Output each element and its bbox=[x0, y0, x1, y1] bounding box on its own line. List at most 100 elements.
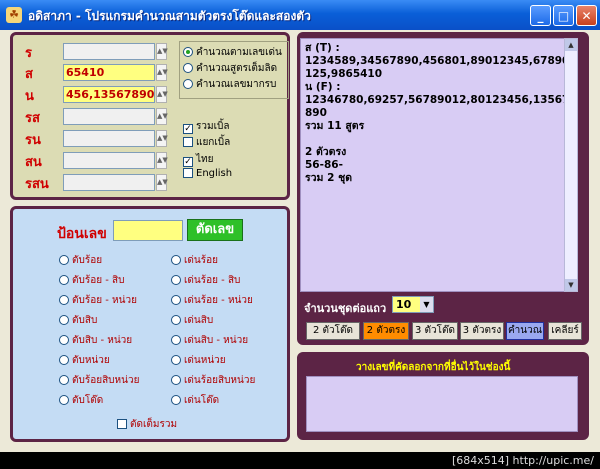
lang-option-0[interactable]: ✓ ไทย bbox=[183, 152, 213, 167]
cut-panel: ป้อนเลข ตัดเลข ตับร้อยตับร้อย - สิบตับร้… bbox=[10, 206, 290, 442]
input-field-6[interactable] bbox=[63, 174, 155, 191]
cut-left-option-3[interactable]: ตับสิบ bbox=[59, 313, 97, 328]
checkbox-icon: ✓ bbox=[183, 157, 193, 167]
cut-right-option-0[interactable]: เด่นร้อย bbox=[171, 253, 218, 268]
radio-icon bbox=[183, 79, 193, 89]
radio-icon bbox=[171, 395, 181, 405]
calc-mode-option-2[interactable]: คำนวณเลขมากรบ bbox=[183, 77, 276, 92]
input-label-1: ส bbox=[25, 67, 33, 82]
full-cut-checkbox[interactable]: ตัดเต็มรวม bbox=[117, 417, 177, 432]
cut-button[interactable]: ตัดเลข bbox=[187, 219, 243, 241]
result-line: รวม 2 ชุด bbox=[305, 172, 353, 184]
app-icon: ☘ bbox=[6, 7, 22, 23]
input-field-3[interactable] bbox=[63, 108, 155, 125]
tab-0[interactable]: 2 ตัวโต๊ด bbox=[306, 322, 360, 340]
tab-4[interactable]: คำนวณ bbox=[506, 322, 544, 340]
group-option-1[interactable]: แยกเบิ้ล bbox=[183, 135, 230, 150]
cut-right-option-3[interactable]: เด่นสิบ bbox=[171, 313, 213, 328]
cut-left-option-0[interactable]: ตับร้อย bbox=[59, 253, 102, 268]
radio-icon bbox=[59, 315, 69, 325]
radio-icon bbox=[59, 335, 69, 345]
spin-icon[interactable]: ▲▼ bbox=[156, 86, 168, 103]
radio-icon bbox=[59, 395, 69, 405]
cut-right-label: เด่นร้อย - สิบ bbox=[184, 275, 241, 286]
result-line: 56-86- bbox=[305, 159, 343, 171]
result-scrollbar[interactable]: ▲ ▼ bbox=[564, 38, 578, 292]
calc-mode-option-1[interactable]: คำนวณสูตรเต็มลิด bbox=[183, 61, 277, 76]
input-field-0[interactable] bbox=[63, 43, 155, 60]
cut-input[interactable] bbox=[113, 220, 183, 241]
radio-icon bbox=[59, 375, 69, 385]
checkbox-icon bbox=[183, 168, 193, 178]
minimize-button[interactable]: _ bbox=[530, 5, 551, 26]
result-line: น (F) : bbox=[305, 81, 341, 93]
radio-icon bbox=[171, 275, 181, 285]
input-label-2: น bbox=[25, 89, 34, 104]
input-field-1[interactable]: 65410 bbox=[63, 64, 155, 81]
cut-input-label: ป้อนเลข bbox=[57, 226, 107, 242]
cut-left-option-5[interactable]: ตับหน่วย bbox=[59, 353, 110, 368]
cut-left-option-1[interactable]: ตับร้อย - สิบ bbox=[59, 273, 125, 288]
cut-left-option-4[interactable]: ตับสิบ - หน่วย bbox=[59, 333, 132, 348]
scroll-down-icon[interactable]: ▼ bbox=[565, 279, 577, 291]
per-row-select[interactable]: 10 ▼ bbox=[392, 296, 434, 313]
cut-left-option-7[interactable]: ตับโต๊ด bbox=[59, 393, 103, 408]
spin-icon[interactable]: ▲▼ bbox=[156, 152, 168, 169]
cut-left-option-2[interactable]: ตับร้อย - หน่วย bbox=[59, 293, 137, 308]
result-line: รวม 11 สูตร bbox=[305, 120, 365, 132]
input-field-4[interactable] bbox=[63, 130, 155, 147]
lang-option-1[interactable]: English bbox=[183, 168, 232, 179]
calc-mode-label: คำนวณสูตรเต็มลิด bbox=[196, 63, 278, 74]
cut-left-label: ตับสิบ bbox=[72, 315, 98, 326]
input-field-5[interactable] bbox=[63, 152, 155, 169]
title-bar[interactable]: ☘ อดิสาภา - โปรแกรมคำนวณสามตัวตรงโต๊ดและ… bbox=[0, 0, 600, 30]
tab-5[interactable]: เคลียร์ bbox=[548, 322, 582, 340]
maximize-button[interactable]: □ bbox=[553, 5, 574, 26]
cut-left-label: ตับร้อย - สิบ bbox=[72, 275, 125, 286]
cut-right-option-7[interactable]: เด่นโต๊ด bbox=[171, 393, 219, 408]
result-line bbox=[305, 133, 571, 146]
cut-left-label: ตับร้อยสิบหน่วย bbox=[72, 375, 140, 386]
tab-3[interactable]: 3 ตัวตรง bbox=[460, 322, 504, 340]
tab-1[interactable]: 2 ตัวตรง bbox=[363, 322, 409, 340]
scroll-up-icon[interactable]: ▲ bbox=[565, 39, 577, 51]
cut-right-label: เด่นสิบ - หน่วย bbox=[184, 335, 249, 346]
spin-icon[interactable]: ▲▼ bbox=[156, 130, 168, 147]
tab-2[interactable]: 3 ตัวโต๊ด bbox=[412, 322, 458, 340]
paste-label: วางเลขที่คัดลอกจากที่อื่นไว้ในช่องนี้ bbox=[356, 362, 511, 373]
radio-icon bbox=[171, 255, 181, 265]
footer-watermark: [684x514] http://upic.me/ bbox=[0, 452, 600, 469]
calc-mode-option-0[interactable]: คำนวณตามเลขเด่น bbox=[183, 45, 282, 60]
lang-option-label: ไทย bbox=[196, 154, 214, 165]
cut-left-label: ตับร้อย - หน่วย bbox=[72, 295, 137, 306]
window-title: อดิสาภา - โปรแกรมคำนวณสามตัวตรงโต๊ดและสอ… bbox=[28, 9, 311, 23]
cut-right-option-6[interactable]: เด่นร้อยสิบหน่วย bbox=[171, 373, 255, 388]
input-label-0: ร bbox=[25, 46, 32, 61]
radio-icon bbox=[171, 375, 181, 385]
input-panel: ร ▲▼ ส 65410 ▲▼ น 456,13567890 ▲▼ รส ▲▼ รน ▲▼ สน ▲▼ รส… bbox=[10, 32, 290, 200]
spin-icon[interactable]: ▲▼ bbox=[156, 43, 168, 60]
cut-left-option-6[interactable]: ตับร้อยสิบหน่วย bbox=[59, 373, 139, 388]
cut-right-option-5[interactable]: เด่นหน่วย bbox=[171, 353, 226, 368]
result-textarea[interactable]: ส (T) :1234589,34567890,456801,89012345,… bbox=[300, 38, 576, 292]
group-option-0[interactable]: ✓ รวมเบิ้ล bbox=[183, 119, 229, 134]
radio-icon bbox=[171, 355, 181, 365]
cut-left-label: ตับโต๊ด bbox=[72, 395, 104, 406]
input-label-3: รส bbox=[25, 111, 40, 126]
paste-textarea[interactable] bbox=[306, 376, 578, 432]
input-label-6: รสน bbox=[25, 177, 49, 192]
input-field-2[interactable]: 456,13567890 bbox=[63, 86, 155, 103]
spin-icon[interactable]: ▲▼ bbox=[156, 64, 168, 81]
close-button[interactable]: ✕ bbox=[576, 5, 597, 26]
cut-right-label: เด่นร้อย bbox=[184, 255, 218, 266]
checkbox-icon bbox=[117, 419, 127, 429]
radio-icon bbox=[171, 315, 181, 325]
chevron-down-icon[interactable]: ▼ bbox=[420, 297, 433, 312]
spin-icon[interactable]: ▲▼ bbox=[156, 174, 168, 191]
cut-right-label: เด่นร้อย - หน่วย bbox=[184, 295, 253, 306]
spin-icon[interactable]: ▲▼ bbox=[156, 108, 168, 125]
per-row-label: จำนวนชุดต่อแถว bbox=[304, 302, 387, 315]
cut-right-option-1[interactable]: เด่นร้อย - สิบ bbox=[171, 273, 240, 288]
cut-right-option-2[interactable]: เด่นร้อย - หน่วย bbox=[171, 293, 253, 308]
cut-right-option-4[interactable]: เด่นสิบ - หน่วย bbox=[171, 333, 248, 348]
